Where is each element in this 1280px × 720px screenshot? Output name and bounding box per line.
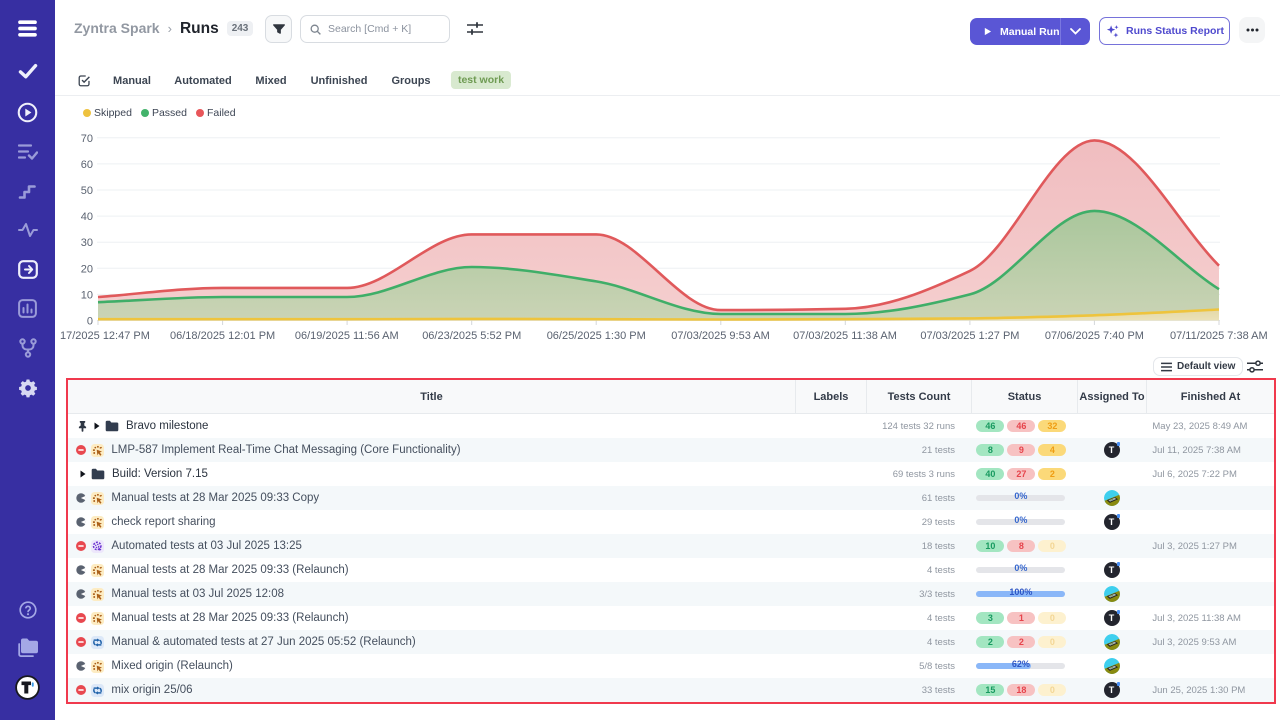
svg-text:0: 0 [87, 316, 93, 328]
svg-text:40: 40 [81, 211, 93, 223]
svg-text:60: 60 [81, 159, 93, 171]
svg-text:50: 50 [81, 185, 93, 197]
svg-text:30: 30 [81, 237, 93, 249]
svg-text:10: 10 [81, 289, 93, 301]
svg-text:70: 70 [81, 133, 93, 145]
svg-text:20: 20 [81, 263, 93, 275]
